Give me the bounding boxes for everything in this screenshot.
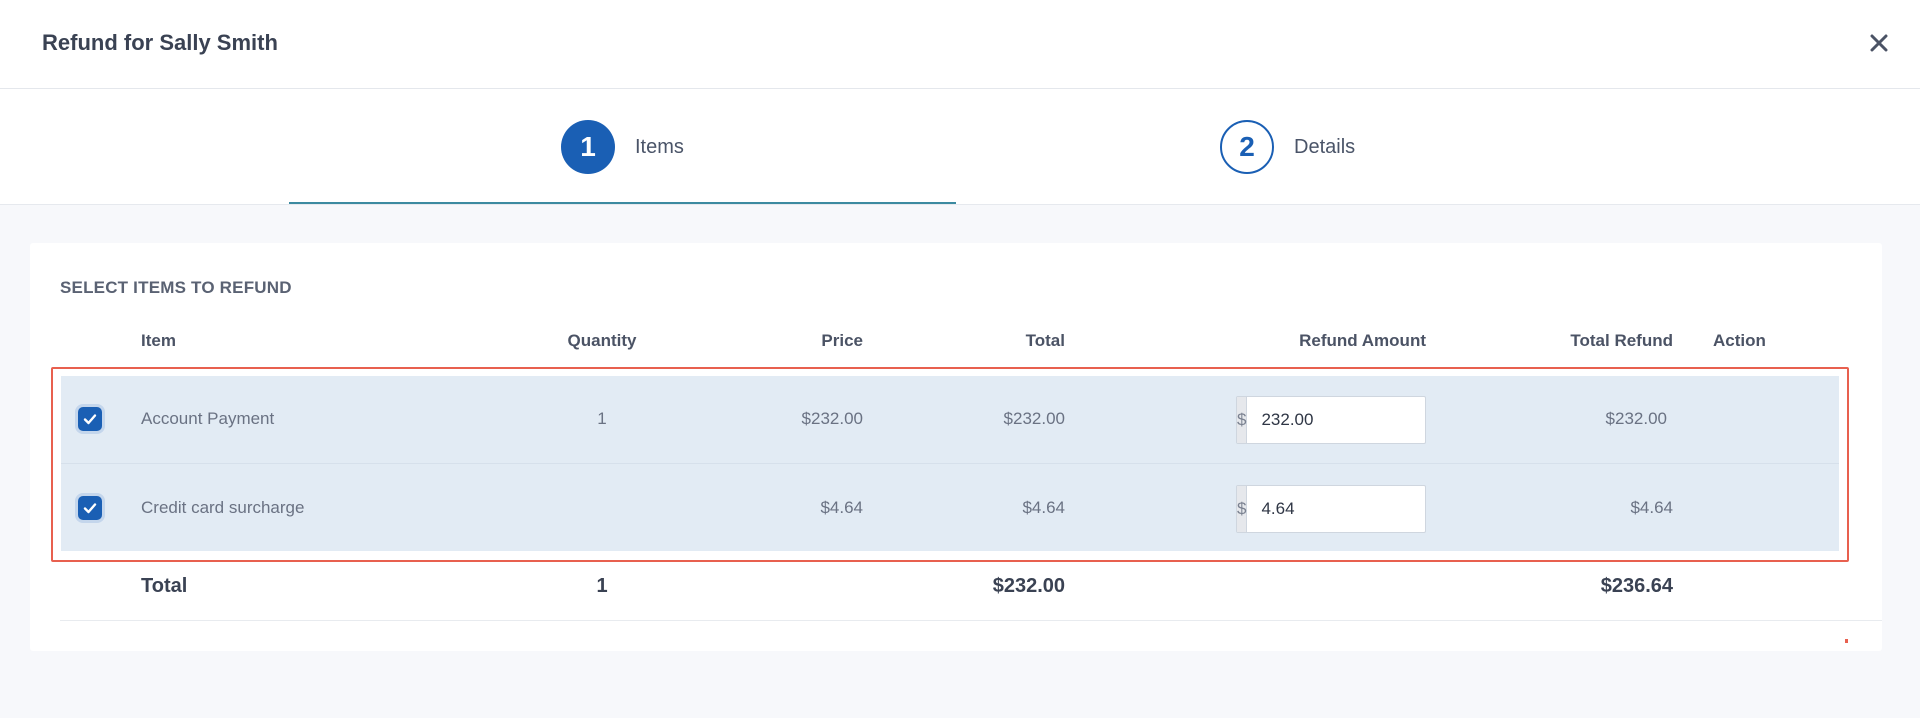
selection-highlight <box>51 367 1849 562</box>
column-header-price: Price <box>821 331 863 350</box>
column-header-item: Item <box>141 331 176 350</box>
step-label: Details <box>1294 135 1356 158</box>
step-number: 1 <box>561 120 615 174</box>
refund-items-card: SELECT ITEMS TO REFUND Item Quantity Pri… <box>30 243 1882 651</box>
step-details[interactable]: 2 Details <box>1220 120 1355 174</box>
totals-total: $232.00 <box>992 575 1065 597</box>
column-header-refund-amount: Refund Amount <box>1299 331 1426 350</box>
section-title: SELECT ITEMS TO REFUND <box>60 278 292 297</box>
totals-quantity: 1 <box>596 575 608 597</box>
stepper: 1 Items 2 Details <box>0 89 1920 205</box>
column-header-quantity: Quantity <box>567 331 637 350</box>
step-label: Items <box>635 135 684 158</box>
column-header-total-refund: Total Refund <box>1570 331 1673 350</box>
modal-title: Refund for Sally Smith <box>42 30 278 55</box>
totals-divider <box>60 620 1882 621</box>
column-header-action: Action <box>1713 331 1766 350</box>
close-icon <box>1870 34 1888 52</box>
active-step-indicator <box>289 202 956 204</box>
totals-label: Total <box>141 575 188 597</box>
modal-header: Refund for Sally Smith <box>0 0 1920 89</box>
step-items[interactable]: 1 Items <box>561 120 684 174</box>
close-button[interactable] <box>1862 26 1896 60</box>
column-header-total: Total <box>1025 331 1065 350</box>
marker-dot <box>1845 639 1848 643</box>
step-number: 2 <box>1220 120 1274 174</box>
totals-total-refund: $236.64 <box>1600 575 1673 597</box>
